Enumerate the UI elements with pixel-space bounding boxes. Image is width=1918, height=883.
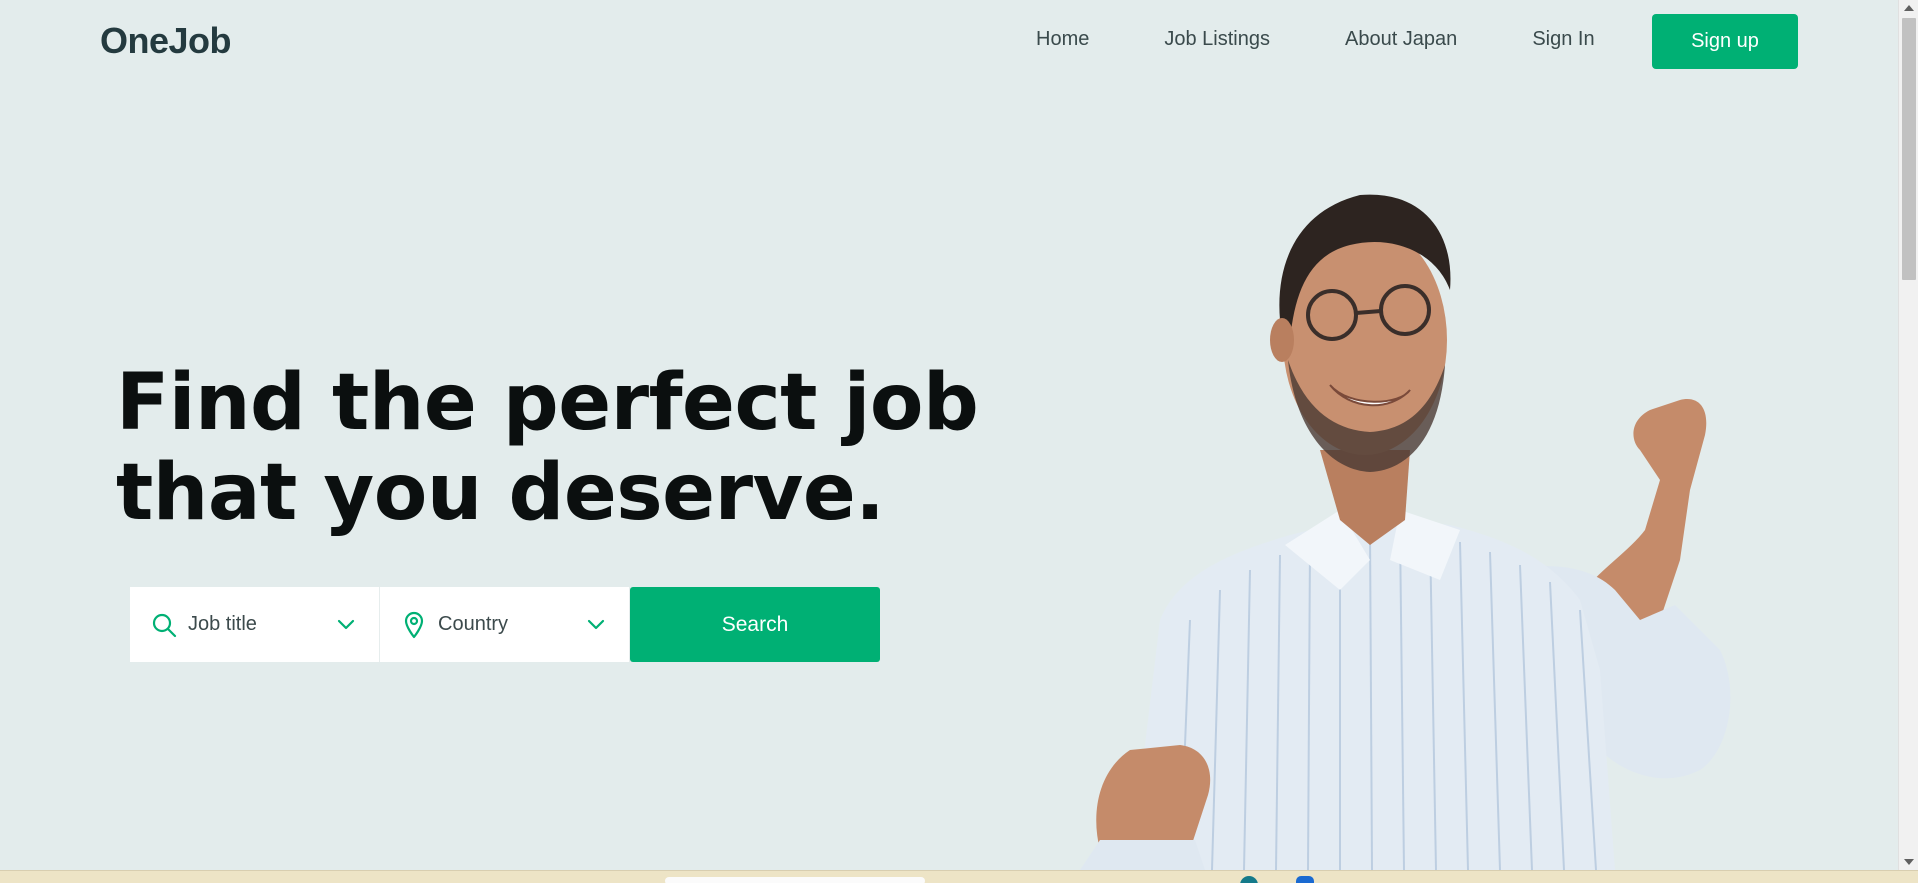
main-nav: Home Job Listings About Japan Sign In [1036, 28, 1595, 51]
country-label: Country [438, 613, 509, 635]
nav-home[interactable]: Home [1036, 28, 1089, 51]
map-pin-icon [400, 611, 428, 639]
chevron-down-icon [335, 614, 357, 636]
job-title-select[interactable]: Job title [130, 587, 380, 662]
scroll-down-arrow-icon[interactable] [1899, 854, 1918, 870]
brand-logo[interactable]: OneJob [100, 20, 232, 62]
country-select[interactable]: Country [380, 587, 630, 662]
job-title-label: Job title [188, 613, 257, 635]
nav-sign-in[interactable]: Sign In [1532, 28, 1594, 51]
scroll-up-arrow-icon[interactable] [1899, 0, 1918, 16]
search-button[interactable]: Search [630, 587, 880, 662]
scrollbar-thumb[interactable] [1902, 18, 1916, 280]
hero-headline-line-2: that you deserve. [116, 448, 885, 538]
hero-person-image [1080, 194, 1731, 870]
hero-headline-line-1: Find the perfect job [116, 358, 979, 448]
search-icon [150, 611, 178, 639]
vertical-scrollbar[interactable] [1898, 0, 1918, 870]
hero-headline: Find the perfect job that you deserve. [116, 358, 979, 538]
landing-page: OneJob Home Job Listings About Japan Sig… [0, 0, 1898, 870]
taskbar-search-pill[interactable] [665, 877, 925, 883]
job-search-bar: Job title Country Search [130, 587, 880, 662]
taskbar-strip [0, 870, 1918, 883]
taskbar-app-icon[interactable] [1296, 876, 1314, 883]
taskbar-app-icon[interactable] [1240, 876, 1258, 883]
nav-about-japan[interactable]: About Japan [1345, 28, 1457, 51]
chevron-down-icon [585, 614, 607, 636]
nav-job-listings[interactable]: Job Listings [1164, 28, 1270, 51]
sign-up-button[interactable]: Sign up [1652, 14, 1798, 69]
